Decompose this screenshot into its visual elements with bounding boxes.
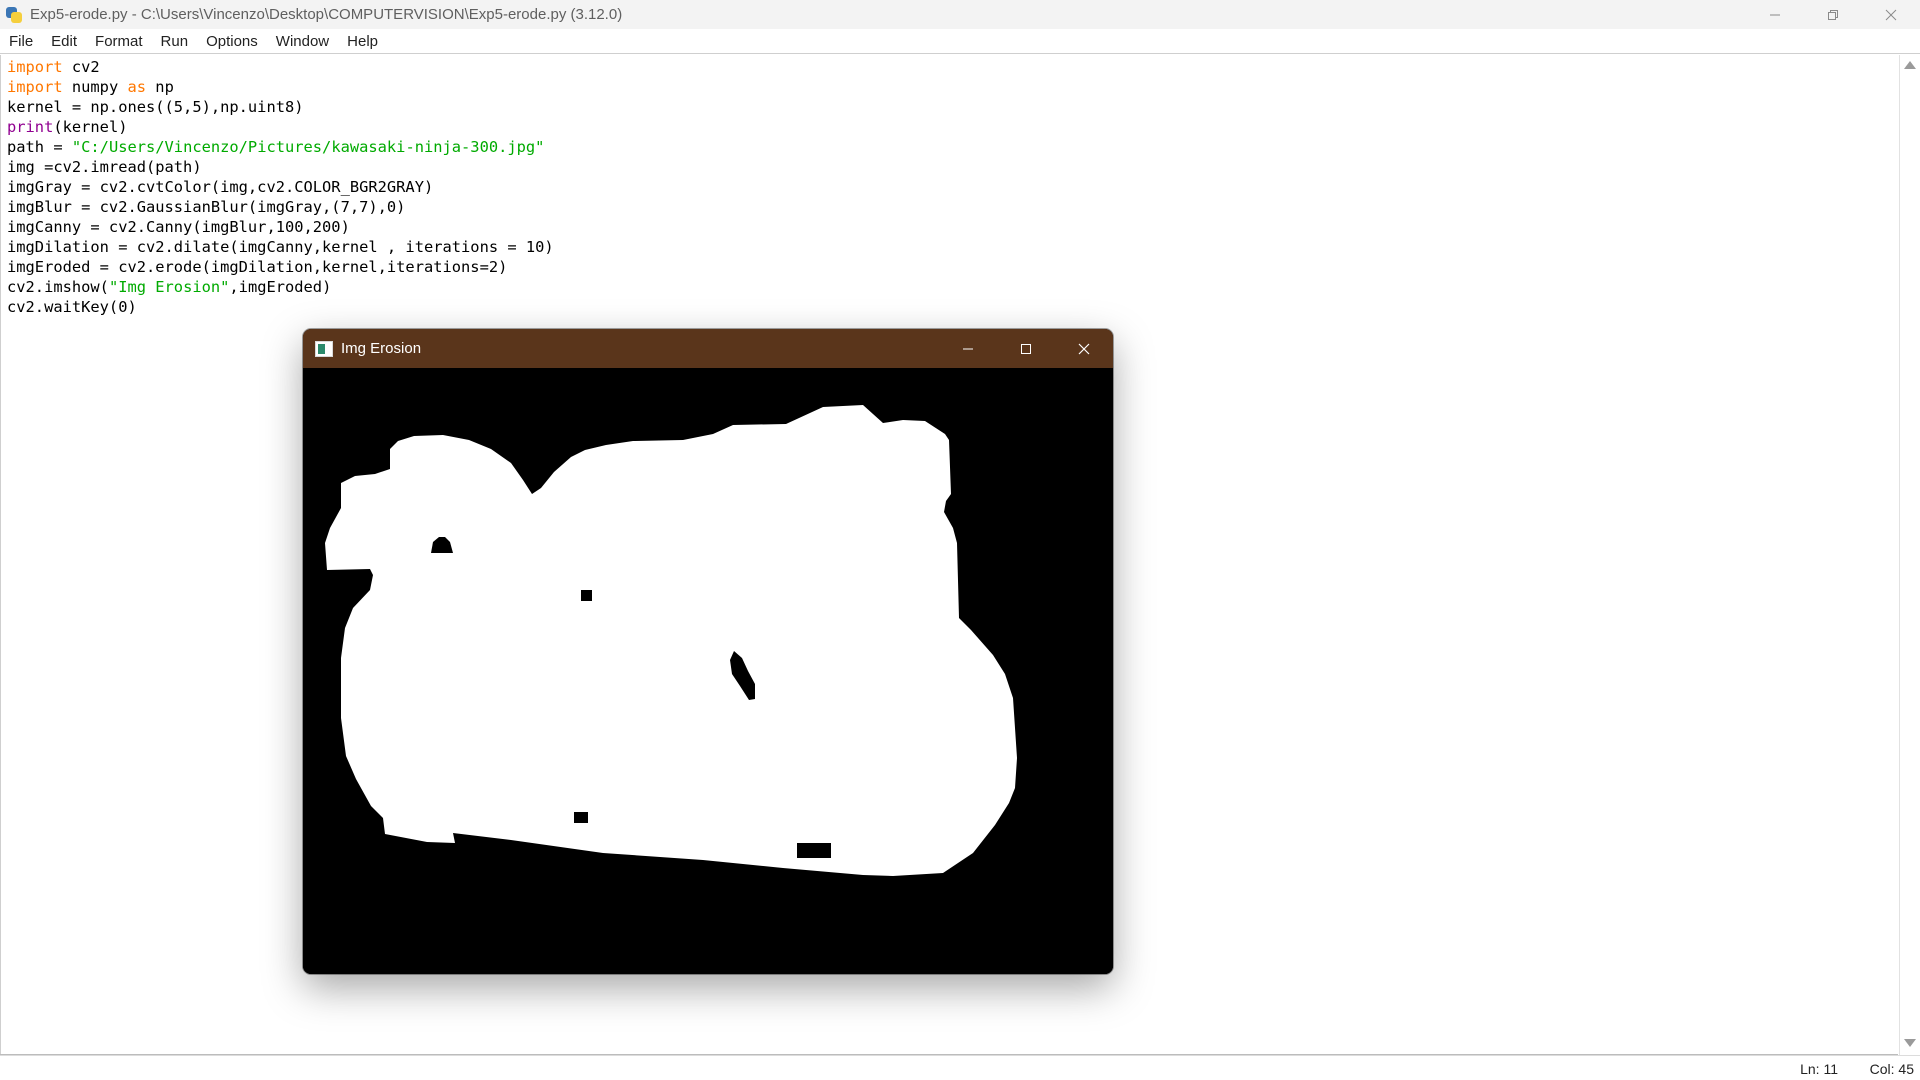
image-window[interactable]: Img Erosion — [303, 329, 1113, 974]
keyword-token: as — [127, 78, 147, 96]
code-line[interactable]: cv2.imshow("Img Erosion",imgEroded) — [7, 277, 554, 297]
code-token: numpy — [62, 78, 128, 96]
code-token: img =cv2.imread(path) — [7, 158, 202, 176]
string-token: "C:/Users/Vincenzo/Pictures/kawasaki-nin… — [71, 138, 545, 156]
eroded-image-display — [303, 368, 1113, 974]
code-token: path = — [7, 138, 72, 156]
keyword-token: import — [7, 78, 63, 96]
maximize-icon — [1021, 343, 1031, 354]
code-token: imgBlur = cv2.GaussianBlur(imgGray,(7,7)… — [7, 198, 406, 216]
code-token: imgEroded = cv2.erode(imgDilation,kernel… — [7, 258, 508, 276]
column-number: Col: 45 — [1869, 1061, 1914, 1077]
code-token: cv2.waitKey(0) — [7, 298, 137, 316]
menu-edit[interactable]: Edit — [42, 29, 86, 54]
scroll-down-arrow-icon[interactable] — [1904, 1039, 1916, 1047]
keyword-token: import — [7, 58, 63, 76]
code-line[interactable]: print(kernel) — [7, 117, 554, 137]
menu-run[interactable]: Run — [152, 29, 198, 54]
code-line[interactable]: kernel = np.ones((5,5),np.uint8) — [7, 97, 554, 117]
code-token: (kernel) — [53, 118, 128, 136]
eroded-motorcycle-mask — [303, 368, 1113, 974]
code-line[interactable]: img =cv2.imread(path) — [7, 157, 554, 177]
code-line[interactable]: imgBlur = cv2.GaussianBlur(imgGray,(7,7)… — [7, 197, 554, 217]
code-line[interactable]: imgDilation = cv2.dilate(imgCanny,kernel… — [7, 237, 554, 257]
code-token: kernel = np.ones((5,5),np.uint8) — [7, 98, 304, 116]
menu-bar: File Edit Format Run Options Window Help — [0, 29, 1920, 54]
restore-button[interactable] — [1804, 0, 1862, 29]
code-token: imgCanny = cv2.Canny(imgBlur,100,200) — [7, 218, 350, 236]
close-icon — [1078, 343, 1090, 354]
vertical-scrollbar[interactable] — [1899, 55, 1920, 1055]
window-title: Exp5-erode.py - C:\Users\Vincenzo\Deskto… — [30, 6, 623, 23]
menu-format[interactable]: Format — [86, 29, 152, 54]
menu-file[interactable]: File — [0, 29, 42, 54]
restore-icon — [1828, 9, 1838, 20]
image-window-close-button[interactable] — [1055, 329, 1113, 368]
image-window-title-bar[interactable]: Img Erosion — [303, 329, 1113, 368]
menu-options[interactable]: Options — [197, 29, 267, 54]
code-line[interactable]: cv2.waitKey(0) — [7, 297, 554, 317]
code-line[interactable]: import numpy as np — [7, 77, 554, 97]
code-token: imgDilation = cv2.dilate(imgCanny,kernel… — [7, 238, 554, 256]
image-window-app-icon — [315, 340, 333, 357]
code-line[interactable]: imgGray = cv2.cvtColor(img,cv2.COLOR_BGR… — [7, 177, 554, 197]
line-number: Ln: 11 — [1800, 1061, 1838, 1077]
minimize-button[interactable] — [1746, 0, 1804, 29]
image-window-controls — [939, 329, 1113, 368]
python-icon — [4, 5, 24, 25]
code-line[interactable]: import cv2 — [7, 57, 554, 77]
image-window-title: Img Erosion — [341, 340, 422, 357]
code-token: np — [146, 78, 174, 96]
title-bar: Exp5-erode.py - C:\Users\Vincenzo\Deskto… — [0, 0, 1920, 29]
code-line[interactable]: path = "C:/Users/Vincenzo/Pictures/kawas… — [7, 137, 554, 157]
image-window-minimize-button[interactable] — [939, 329, 997, 368]
image-window-maximize-button[interactable] — [997, 329, 1055, 368]
minimize-icon — [1770, 14, 1780, 15]
code-text[interactable]: import cv2 import numpy as np kernel = np.… — [7, 57, 554, 317]
menu-window[interactable]: Window — [267, 29, 338, 54]
code-line[interactable]: imgCanny = cv2.Canny(imgBlur,100,200) — [7, 217, 554, 237]
builtin-token: print — [7, 118, 54, 136]
code-token: cv2 — [62, 58, 100, 76]
string-token: "Img Erosion" — [108, 278, 230, 296]
menu-help[interactable]: Help — [338, 29, 387, 54]
scroll-up-arrow-icon[interactable] — [1904, 61, 1916, 69]
close-button[interactable] — [1862, 0, 1920, 29]
code-line[interactable]: imgEroded = cv2.erode(imgDilation,kernel… — [7, 257, 554, 277]
window-controls — [1746, 0, 1920, 29]
code-token: ,imgEroded) — [229, 278, 332, 296]
minimize-icon — [963, 348, 973, 349]
close-icon — [1885, 9, 1897, 20]
code-token: cv2.imshow( — [7, 278, 109, 296]
code-token: imgGray = cv2.cvtColor(img,cv2.COLOR_BGR… — [7, 178, 434, 196]
status-bar: Ln: 11 Col: 45 — [0, 1055, 1920, 1080]
